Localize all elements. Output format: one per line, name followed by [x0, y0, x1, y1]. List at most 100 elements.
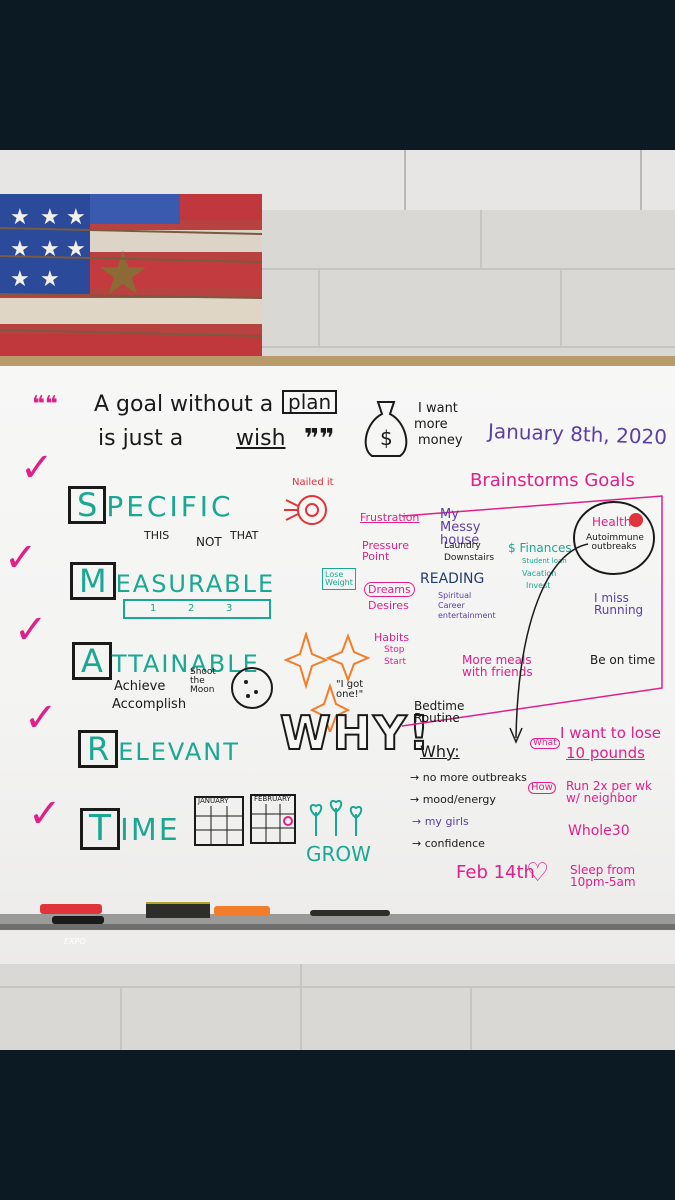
nailed-it-label: Nailed it: [292, 477, 334, 488]
how-item: Whole30: [568, 823, 630, 839]
calendar-february-label: FEBRUARY: [254, 795, 291, 803]
why-item-text: mood/energy: [422, 793, 496, 806]
money-note-3: money: [418, 433, 463, 448]
why-item: → no more outbreaks: [410, 771, 527, 784]
lose-pounds-line2: 10 pounds: [566, 744, 645, 762]
feb-14-label: Feb 14th: [456, 862, 535, 883]
wall-mortar-line: [470, 986, 472, 1050]
svg-text:★: ★: [10, 237, 30, 262]
svg-text:★: ★: [66, 205, 86, 230]
target-icon: [284, 495, 327, 525]
arrow-icon: [509, 543, 589, 744]
frustration-label: Frustration: [360, 511, 420, 524]
ruler-mark: 1: [150, 603, 157, 614]
date-heading: January 8th, 2020: [487, 418, 668, 450]
wall-mortar-line: [0, 986, 675, 988]
quote-plan-word: plan: [282, 390, 338, 414]
i-got-one-label: "I got one!": [336, 679, 364, 700]
smart-row-specific: S PECIFIC: [68, 486, 234, 524]
what-label: What: [530, 738, 560, 749]
money-bag-symbol: $: [380, 426, 393, 450]
quote-close-mark: ❞❞: [304, 424, 335, 454]
smart-letter: T: [80, 808, 120, 850]
smart-letter: R: [78, 730, 119, 768]
start-label: Start: [384, 657, 406, 667]
smart-letter: S: [68, 486, 107, 524]
svg-text:★: ★: [96, 239, 150, 309]
smart-word: IME: [120, 813, 180, 848]
reading-label: READING: [420, 571, 485, 587]
ceiling-grid-line: [404, 150, 406, 210]
why-small-heading: Why:: [420, 742, 460, 761]
checkmark-icon: ✓: [24, 695, 58, 741]
money-note-1: I want: [418, 401, 458, 416]
smart-word: ELEVANT: [118, 738, 240, 766]
reading-item: Spiritual: [438, 591, 472, 600]
why-item-text: confidence: [424, 837, 485, 850]
ruler-mark: 2: [188, 603, 195, 614]
ruler-mark: 3: [226, 603, 233, 614]
wall-mortar-line: [318, 268, 320, 346]
lose-pounds-line1: I want to lose: [560, 724, 662, 742]
whiteboard: ❝❝ A goal without a plan is just a wish …: [0, 356, 675, 964]
checkmark-icon: ✓: [20, 445, 54, 491]
quote-open-mark: ❝❝: [32, 392, 58, 417]
downstairs-label: Downstairs: [444, 553, 495, 563]
stop-label: Stop: [384, 645, 405, 655]
why-item: → my girls: [412, 815, 469, 828]
this-label: THIS: [144, 529, 170, 542]
smart-word: EASURABLE: [115, 570, 276, 598]
checkmark-icon: ✓: [14, 607, 48, 653]
brainstorm-title: Brainstorms Goals: [470, 470, 635, 491]
why-item: → confidence: [412, 837, 485, 850]
marker-tray: [0, 902, 675, 930]
dreams-label: Dreams: [364, 582, 415, 597]
be-on-time-label: Be on time: [590, 653, 656, 667]
why-item-text: my girls: [424, 815, 469, 828]
checkmark-icon: ✓: [28, 791, 62, 837]
svg-text:★: ★: [40, 205, 60, 230]
money-note-2: more: [414, 417, 448, 432]
smart-letter: M: [70, 562, 116, 600]
health-label: Health: [592, 515, 632, 529]
pressure-point-label: Pressure Point: [362, 539, 409, 563]
smart-row-relevant: R ELEVANT: [78, 730, 240, 768]
how-label: How: [528, 782, 556, 794]
i-miss-running-label: I miss Running: [594, 591, 644, 617]
smart-letter: A: [72, 642, 112, 680]
wall-mortar-line: [120, 986, 122, 1050]
shoot-the-moon-label: Shoot the Moon: [190, 667, 216, 695]
laundry-label: Laundry: [444, 541, 481, 551]
why-item: → mood/energy: [410, 793, 496, 806]
plants-icon: [309, 800, 363, 836]
quote-wish-word: wish: [236, 426, 286, 451]
heart-icon: ♡: [526, 858, 550, 888]
svg-text:★: ★: [10, 267, 30, 292]
wooden-american-flag: ★ ★ ★ ★ ★ ★ ★ ★ ★: [0, 194, 262, 380]
quote-line2: is just a: [98, 426, 184, 451]
ceiling-grid-line: [640, 150, 642, 210]
habits-label: Habits: [374, 631, 410, 644]
how-item: Sleep from 10pm-5am: [570, 863, 636, 889]
svg-text:★: ★: [10, 205, 30, 230]
that-label: THAT: [230, 529, 259, 542]
ruler-drawing: [123, 599, 271, 619]
tray-brand-label: EXPO: [64, 937, 86, 946]
reading-item: Career: [438, 601, 465, 610]
smart-word: PECIFIC: [106, 490, 234, 523]
not-label: NOT: [196, 535, 222, 549]
bedtime-routine-label: Bedtime Routine: [414, 699, 465, 725]
classroom-photo: ★ ★ ★ ★ ★ ★ ★ ★ ★ ❝❝ A goal without a pl…: [0, 150, 675, 1050]
achieve-label: Achieve: [114, 679, 166, 694]
wall-mortar-line: [560, 268, 562, 346]
smart-row-measurable: M EASURABLE: [70, 562, 275, 600]
accomplish-label: Accomplish: [112, 697, 187, 712]
wall-mortar-line: [480, 210, 482, 268]
lose-weight-note: Lose Weight: [322, 568, 356, 590]
reading-item: entertainment: [438, 611, 496, 620]
svg-text:★: ★: [40, 267, 60, 292]
quote-line1: A goal without a: [94, 392, 274, 417]
checkmark-icon: ✓: [4, 535, 38, 581]
smart-row-time: T IME: [80, 808, 180, 850]
grow-label: GROW: [306, 842, 371, 866]
